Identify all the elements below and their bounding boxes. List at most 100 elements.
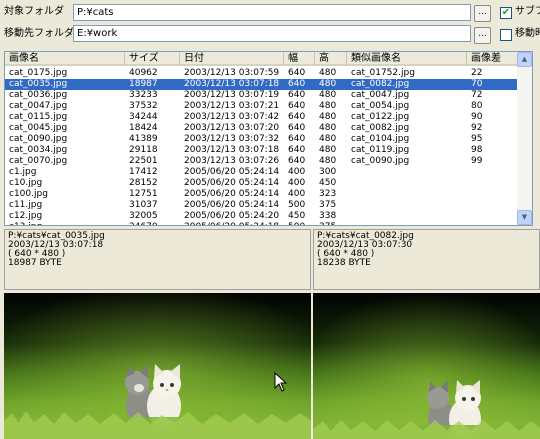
row-similar: cat_0054.jpg — [351, 101, 410, 111]
table-row[interactable]: c100.jpg 12751 2005/06/20 05:24:14 400 323 — [5, 189, 518, 200]
subfolder-label: サブフ — [515, 6, 540, 17]
scroll-down-icon[interactable]: ▼ — [517, 210, 532, 225]
row-date: 2003/12/13 03:07:18 — [184, 79, 280, 89]
row-name: cat_0175.jpg — [9, 68, 68, 78]
row-width: 640 — [288, 68, 306, 78]
row-height: 480 — [319, 134, 337, 144]
row-diff: 22 — [471, 68, 483, 78]
left-image-preview[interactable] — [4, 293, 311, 439]
table-row[interactable]: c12.jpg 32005 2005/06/20 05:24:20 450 338 — [5, 211, 518, 222]
row-name: c1.jpg — [9, 167, 37, 177]
row-diff: 72 — [471, 90, 483, 100]
row-name: c12.jpg — [9, 211, 43, 221]
row-similar: cat_0104.jpg — [351, 134, 410, 144]
column-header-name[interactable]: 画像名 — [5, 52, 125, 66]
row-width: 640 — [288, 90, 306, 100]
row-height: 480 — [319, 156, 337, 166]
row-diff: 80 — [471, 101, 483, 111]
row-width: 640 — [288, 112, 306, 122]
row-diff: 99 — [471, 156, 483, 166]
row-width: 400 — [288, 178, 306, 188]
table-row[interactable]: cat_0034.jpg 29118 2003/12/13 03:07:18 640 4… — [5, 145, 518, 156]
row-name: cat_0045.jpg — [9, 123, 68, 133]
table-row[interactable]: cat_0070.jpg 22501 2003/12/13 03:07:26 640 4… — [5, 156, 518, 167]
row-width: 450 — [288, 211, 306, 221]
column-header-date[interactable]: 日付 — [180, 52, 284, 66]
row-similar: cat_0090.jpg — [351, 156, 410, 166]
row-date: 2003/12/13 03:07:19 — [184, 90, 280, 100]
row-name: cat_0035.jpg — [9, 79, 68, 89]
row-width: 640 — [288, 156, 306, 166]
row-date: 2003/12/13 03:07:18 — [184, 145, 280, 155]
row-name: cat_0070.jpg — [9, 156, 68, 166]
row-height: 375 — [319, 200, 337, 210]
row-size: 33233 — [129, 90, 158, 100]
column-header-width[interactable]: 幅 — [284, 52, 315, 66]
row-date: 2005/06/20 05:24:14 — [184, 200, 280, 210]
table-row[interactable]: cat_0115.jpg 34244 2003/12/13 03:07:42 640 4… — [5, 112, 518, 123]
row-size: 31037 — [129, 200, 158, 210]
row-name: c10.jpg — [9, 178, 43, 188]
row-similar: cat_01752.jpg — [351, 68, 415, 78]
table-row[interactable]: c1.jpg 17412 2005/06/20 05:24:14 400 300 — [5, 167, 518, 178]
table-row[interactable]: cat_0175.jpg 40962 2003/12/13 03:07:59 640 4… — [5, 68, 518, 79]
row-name: cat_0047.jpg — [9, 101, 68, 111]
row-height: 375 — [319, 222, 347, 225]
row-size: 22501 — [129, 156, 158, 166]
target-folder-input[interactable]: P:¥cats — [73, 4, 471, 21]
move-checkbox[interactable] — [500, 29, 512, 41]
image-list[interactable]: 画像名 サイズ 日付 幅 高 類似画像名 画像差 cat_0175.jpg 409… — [4, 51, 533, 226]
row-size: 37532 — [129, 101, 158, 111]
table-row[interactable]: c13.jpg 246702005/06/20 05:24:18 500375 — [5, 222, 518, 225]
row-width: 640 — [288, 145, 306, 155]
row-date: 2005/06/20 05:24:14 — [184, 178, 280, 188]
column-header-diff[interactable]: 画像差 — [467, 52, 518, 66]
dest-folder-label: 移動先フォルダ — [4, 28, 74, 39]
row-name: cat_0034.jpg — [9, 145, 68, 155]
dest-browse-button[interactable]: ... — [474, 27, 491, 44]
row-date: 2003/12/13 03:07:42 — [184, 112, 280, 122]
target-folder-label: 対象フォルダ — [4, 6, 64, 17]
list-scrollbar[interactable]: ▲ ▼ — [517, 52, 532, 225]
row-height: 480 — [319, 79, 337, 89]
row-date: 2003/12/13 03:07:21 — [184, 101, 280, 111]
row-date: 2005/06/20 05:24:14 — [184, 189, 280, 199]
row-diff: 95 — [471, 134, 483, 144]
row-date: 2003/12/13 03:07:26 — [184, 156, 280, 166]
subfolder-checkbox[interactable]: ✔ — [500, 7, 512, 19]
column-header-height[interactable]: 高 — [315, 52, 347, 66]
table-row[interactable]: cat_0045.jpg 18424 2003/12/13 03:07:20 640 4… — [5, 123, 518, 134]
row-similar: cat_0122.jpg — [351, 112, 410, 122]
row-name: c100.jpg — [9, 189, 48, 199]
column-header-size[interactable]: サイズ — [125, 52, 180, 66]
target-browse-button[interactable]: ... — [474, 5, 491, 22]
row-similar: cat_0119.jpg — [351, 145, 410, 155]
row-height: 480 — [319, 145, 337, 155]
table-row[interactable]: c10.jpg 28152 2005/06/20 05:24:14 400 450 — [5, 178, 518, 189]
row-date: 2003/12/13 03:07:32 — [184, 134, 280, 144]
row-similar: cat_0082.jpg — [351, 79, 410, 89]
row-height: 300 — [319, 167, 337, 177]
row-width: 500 — [288, 200, 306, 210]
row-height: 323 — [319, 189, 337, 199]
row-height: 480 — [319, 101, 337, 111]
table-row[interactable]: cat_0090.jpg 41389 2003/12/13 03:07:32 640 4… — [5, 134, 518, 145]
dest-folder-input[interactable]: E:¥work — [73, 25, 471, 42]
table-row[interactable]: cat_0035.jpg 18987 2003/12/13 03:07:18 640 4… — [5, 79, 518, 90]
right-image-preview[interactable] — [313, 293, 540, 439]
row-width: 640 — [288, 79, 306, 89]
kitten-photo-left — [4, 293, 311, 439]
row-name: cat_0090.jpg — [9, 134, 68, 144]
row-size: 32005 — [129, 211, 158, 221]
row-diff: 90 — [471, 112, 483, 122]
row-similar: cat_0047.jpg — [351, 90, 410, 100]
row-size: 34244 — [129, 112, 158, 122]
row-height: 480 — [319, 123, 337, 133]
table-row[interactable]: c11.jpg 31037 2005/06/20 05:24:14 500 375 — [5, 200, 518, 211]
column-header-similar[interactable]: 類似画像名 — [347, 52, 467, 66]
table-row[interactable]: cat_0047.jpg 37532 2003/12/13 03:07:21 640 4… — [5, 101, 518, 112]
table-row[interactable]: cat_0036.jpg 33233 2003/12/13 03:07:19 640 4… — [5, 90, 518, 101]
row-date: 2005/06/20 05:24:14 — [184, 167, 280, 177]
scroll-up-icon[interactable]: ▲ — [517, 52, 532, 67]
row-size: 12751 — [129, 189, 158, 199]
